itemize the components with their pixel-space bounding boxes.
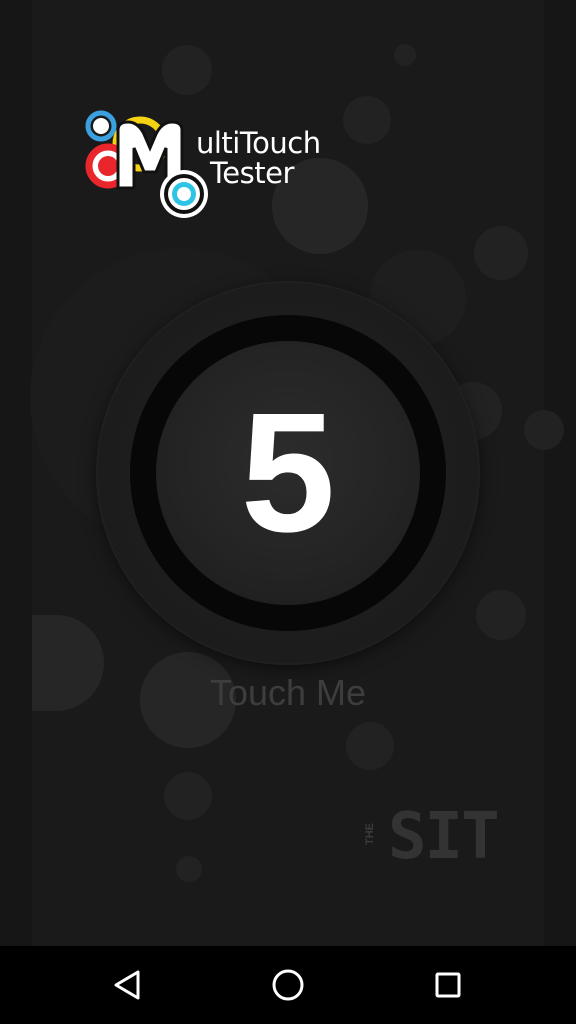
bokeh-dot	[164, 772, 212, 820]
recent-apps-button[interactable]	[428, 965, 468, 1005]
back-button[interactable]	[108, 965, 148, 1005]
logo-title: ultiTouch Tester	[196, 128, 321, 188]
bokeh-dot	[162, 45, 212, 95]
touch-me-label: Touch Me	[209, 672, 367, 713]
bokeh-dot	[346, 722, 394, 770]
bokeh-dot	[474, 226, 528, 280]
multitouch-logo-icon	[85, 110, 208, 218]
home-circle-icon	[272, 969, 304, 1001]
bokeh-dot	[476, 590, 526, 640]
recent-apps-square-icon	[435, 972, 461, 998]
touch-count: 5	[240, 378, 336, 568]
bokeh-dot	[343, 96, 391, 144]
logo-title-line2: Tester	[210, 156, 294, 190]
app-screen: ultiTouch Tester 5 Touch Me THE SIT	[0, 0, 576, 1024]
app-logo: ultiTouch Tester	[84, 108, 334, 226]
logo-title-line1: ultiTouch	[196, 126, 321, 160]
bokeh-dot	[524, 410, 564, 450]
brand-name: SIT	[388, 800, 500, 874]
dial-ring: 5	[130, 315, 446, 631]
bokeh-dot	[394, 44, 416, 66]
brand-prefix: THE	[364, 823, 376, 845]
touch-dial[interactable]: 5	[98, 283, 478, 663]
brand-watermark: THE SIT	[364, 802, 514, 876]
system-navbar	[0, 946, 576, 1024]
bokeh-dot	[176, 856, 202, 882]
back-triangle-icon	[114, 970, 140, 1000]
home-button[interactable]	[268, 965, 308, 1005]
dial-face[interactable]: 5	[156, 341, 420, 605]
